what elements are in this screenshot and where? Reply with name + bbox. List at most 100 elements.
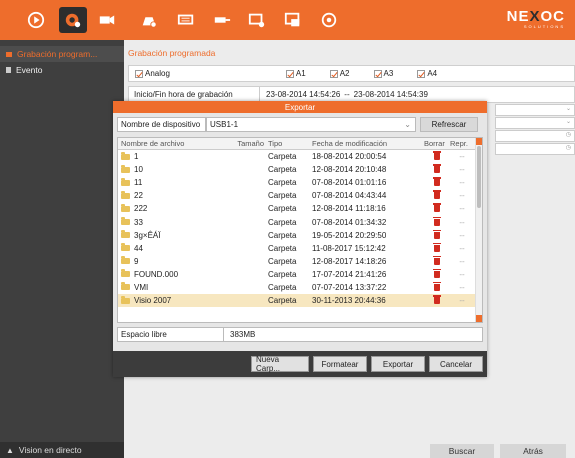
table-row[interactable]: VMI Carpeta 07-07-2014 13:37:22 -- [118, 281, 482, 294]
folder-icon [121, 243, 130, 252]
channel-a4-checkbox[interactable]: A4 [417, 69, 437, 78]
trash-icon[interactable] [433, 281, 441, 291]
scroll-thumb[interactable] [477, 146, 481, 208]
file-name-cell: 22 [118, 189, 236, 202]
scroll-down-arrow-icon[interactable] [476, 315, 482, 322]
file-type-cell: Carpeta [268, 256, 297, 266]
file-type-cell: Carpeta [268, 178, 297, 188]
trash-icon[interactable] [433, 229, 441, 239]
channel-a3-checkbox[interactable]: A3 [373, 69, 393, 78]
table-row[interactable]: 9 Carpeta 12-08-2017 14:18:26 -- [118, 255, 482, 268]
channel-row: Analog A1 A2 A3 A4 [128, 65, 575, 82]
channel-a1-checkbox[interactable]: A1 [285, 69, 306, 78]
table-row[interactable]: 44 Carpeta 11-08-2017 15:12:42 -- [118, 242, 482, 255]
trash-icon[interactable] [433, 164, 441, 174]
table-row[interactable]: Visio 2007 Carpeta 30-11-2013 20:44:36 -- [118, 294, 482, 308]
sidebar-item-scheduled-recording[interactable]: Grabación program... [0, 46, 124, 62]
free-space-label: Espacio libre [117, 327, 224, 342]
device-select[interactable]: USB1-1 ⌄ [206, 117, 416, 132]
export-dialog: Exportar Nombre de dispositivo USB1-1 ⌄ … [113, 101, 487, 377]
file-date-cell: 07-08-2014 01:34:32 [312, 217, 387, 227]
file-date-cell: 19-05-2014 20:29:50 [312, 230, 387, 240]
alarm-icon [142, 17, 157, 28]
brand-logo: NEXOC SOLUTIONS [506, 8, 565, 29]
file-type-cell: Carpeta [268, 152, 297, 162]
trash-icon[interactable] [433, 203, 441, 213]
clock-icon[interactable]: ◷ [495, 143, 575, 155]
chevron-down-icon[interactable]: ⌄ [495, 104, 575, 116]
checkbox-box [329, 69, 338, 78]
maintenance-button[interactable] [279, 7, 307, 33]
trash-icon[interactable] [433, 190, 441, 200]
playback-menu-button[interactable] [22, 7, 50, 33]
delete-cell [424, 176, 450, 189]
alarm-settings-button[interactable] [135, 7, 163, 33]
folder-icon [121, 230, 130, 239]
scroll-up-arrow-icon[interactable] [476, 138, 482, 145]
file-type-cell: Carpeta [268, 191, 297, 201]
trash-icon[interactable] [433, 268, 441, 278]
hdd-settings-button[interactable] [172, 7, 200, 33]
table-row[interactable]: 22 Carpeta 07-08-2014 04:43:44 -- [118, 189, 482, 202]
file-type-cell: Carpeta [268, 296, 297, 306]
cancel-button[interactable]: Cancelar [429, 356, 483, 372]
file-date-cell: 18-08-2014 20:00:54 [312, 152, 387, 162]
trash-icon[interactable] [433, 255, 441, 265]
pin-icon [6, 67, 11, 73]
record-settings-button[interactable] [59, 7, 87, 33]
file-size-cell [236, 163, 266, 176]
trash-icon[interactable] [433, 177, 441, 187]
column-header-date[interactable]: Fecha de modificación [310, 138, 424, 149]
play-cell: -- [459, 191, 465, 201]
table-row[interactable]: 11 Carpeta 07-08-2014 01:01:16 -- [118, 176, 482, 189]
column-header-size[interactable]: Tamaño [236, 138, 266, 149]
channel-a2-checkbox[interactable]: A2 [329, 69, 350, 78]
dialog-title: Exportar [113, 101, 487, 113]
camera-settings-button[interactable] [93, 7, 121, 33]
time-range-field[interactable]: 23-08-2014 14:54:26 -- 23-08-2014 14:54:… [260, 90, 428, 99]
table-row[interactable]: 1 Carpeta 18-08-2014 20:00:54 -- [118, 150, 482, 163]
home-icon: ▲ [6, 445, 14, 455]
shutdown-button[interactable] [315, 7, 343, 33]
file-name-cell: VMI [118, 281, 236, 294]
trash-icon[interactable] [433, 295, 441, 305]
trash-icon[interactable] [433, 242, 441, 252]
trash-icon[interactable] [433, 151, 441, 161]
file-type-cell: Carpeta [268, 269, 297, 279]
new-folder-button[interactable]: Nueva Carp... [251, 355, 309, 373]
table-row[interactable]: 3g×ÊÁÏ Carpeta 19-05-2014 20:29:50 -- [118, 229, 482, 242]
live-view-button[interactable]: ▲ Vision en directo [0, 442, 124, 458]
system-settings-button[interactable] [243, 7, 271, 33]
file-name-cell: 9 [118, 255, 236, 268]
dialog-footer: Nueva Carp... Formatear Exportar Cancela… [113, 351, 487, 377]
column-header-type[interactable]: Tipo [266, 138, 310, 149]
play-cell: -- [459, 282, 465, 292]
play-cell: -- [459, 269, 465, 279]
file-name-cell: FOUND.000 [118, 268, 236, 281]
trash-icon[interactable] [433, 216, 441, 226]
refresh-button[interactable]: Refrescar [420, 117, 478, 132]
network-settings-button[interactable] [208, 7, 236, 33]
file-size-cell [236, 202, 266, 215]
folder-icon [121, 177, 130, 186]
clock-icon[interactable]: ◷ [495, 130, 575, 142]
export-button[interactable]: Exportar [371, 356, 425, 372]
search-button[interactable]: Buscar [430, 444, 494, 458]
column-header-name[interactable]: Nombre de archivo [118, 138, 236, 149]
delete-cell [424, 163, 450, 176]
table-body: 1 Carpeta 18-08-2014 20:00:54 -- 10 Carpeta 12… [118, 150, 482, 308]
table-row[interactable]: 222 Carpeta 12-08-2014 11:18:16 -- [118, 202, 482, 215]
table-row[interactable]: 33 Carpeta 07-08-2014 01:34:32 -- [118, 215, 482, 228]
chevron-down-icon[interactable]: ⌄ [495, 117, 575, 129]
file-name-cell: 33 [118, 215, 236, 228]
sidebar-item-event[interactable]: Evento [0, 62, 124, 78]
back-button[interactable]: Atrás [500, 444, 566, 458]
table-row[interactable]: 10 Carpeta 12-08-2014 20:10:48 -- [118, 163, 482, 176]
play-cell: -- [459, 217, 465, 227]
format-button[interactable]: Formatear [313, 356, 367, 372]
file-date-cell: 07-08-2014 01:01:16 [312, 178, 387, 188]
camera-settings-icon [99, 15, 115, 25]
analog-checkbox[interactable]: Analog [135, 69, 170, 78]
table-scrollbar[interactable] [475, 138, 482, 322]
table-row[interactable]: FOUND.000 Carpeta 17-07-2014 21:41:26 -- [118, 268, 482, 281]
